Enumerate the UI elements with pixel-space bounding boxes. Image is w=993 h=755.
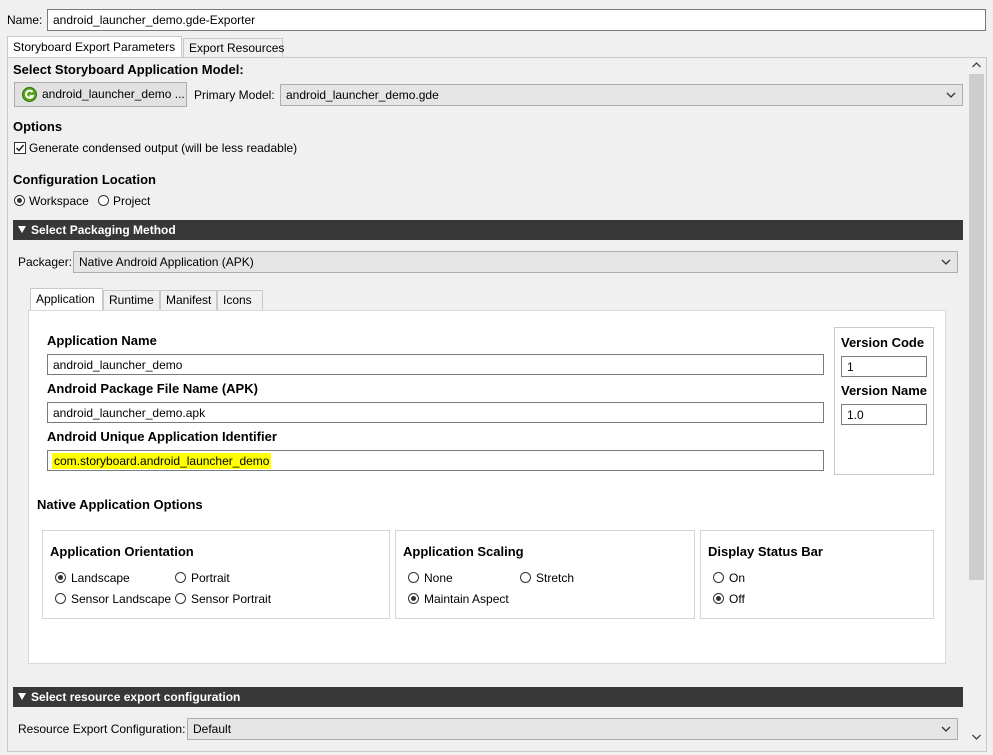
status-bar-heading: Display Status Bar bbox=[708, 544, 823, 559]
portrait-radio[interactable] bbox=[175, 572, 186, 583]
model-select-button[interactable]: android_launcher_demo ... bbox=[14, 82, 187, 107]
native-options-heading: Native Application Options bbox=[37, 497, 203, 512]
resource-export-combo[interactable]: Default bbox=[187, 718, 958, 740]
packager-combo[interactable]: Native Android Application (APK) bbox=[73, 251, 958, 273]
status-bar-off-label: Off bbox=[729, 592, 745, 606]
status-bar-off-radio[interactable] bbox=[713, 593, 724, 604]
scroll-up-arrow-icon[interactable] bbox=[972, 62, 981, 68]
project-radio[interactable] bbox=[98, 195, 109, 206]
landscape-label: Landscape bbox=[71, 571, 130, 585]
workspace-label: Workspace bbox=[29, 194, 89, 208]
condensed-output-label: Generate condensed output (will be less … bbox=[29, 141, 298, 155]
scaling-stretch-radio[interactable] bbox=[520, 572, 531, 583]
status-bar-on-label: On bbox=[729, 571, 746, 585]
options-heading: Options bbox=[13, 119, 63, 134]
primary-model-value: android_launcher_demo.gde bbox=[286, 88, 439, 102]
landscape-radio[interactable] bbox=[55, 572, 66, 583]
sensor-landscape-label: Sensor Landscape bbox=[71, 592, 172, 606]
scaling-none-radio[interactable] bbox=[408, 572, 419, 583]
chevron-down-icon bbox=[941, 726, 951, 732]
version-code-heading: Version Code bbox=[841, 335, 925, 350]
collapse-triangle-icon bbox=[18, 693, 26, 700]
select-model-heading: Select Storyboard Application Model: bbox=[13, 62, 244, 77]
portrait-label: Portrait bbox=[191, 571, 230, 585]
name-field[interactable]: android_launcher_demo.gde-Exporter bbox=[47, 9, 986, 31]
app-id-heading: Android Unique Application Identifier bbox=[47, 429, 277, 444]
resource-export-section-title: Select resource export configuration bbox=[31, 690, 241, 704]
chevron-down-icon bbox=[946, 92, 956, 98]
project-label: Project bbox=[113, 194, 151, 208]
tab-runtime[interactable]: Runtime bbox=[103, 290, 160, 310]
sensor-portrait-radio[interactable] bbox=[175, 593, 186, 604]
version-name-input[interactable]: 1.0 bbox=[841, 404, 927, 425]
app-name-input[interactable]: android_launcher_demo bbox=[47, 354, 824, 375]
inner-tab-bar: Application Runtime Manifest Icons bbox=[30, 288, 270, 312]
scaling-none-label: None bbox=[424, 571, 453, 585]
workspace-radio[interactable] bbox=[14, 195, 25, 206]
primary-model-combo[interactable]: android_launcher_demo.gde bbox=[280, 84, 963, 106]
vertical-scrollbar[interactable] bbox=[968, 58, 985, 746]
version-name-heading: Version Name bbox=[841, 383, 927, 398]
name-label: Name: bbox=[7, 13, 43, 27]
config-location-heading: Configuration Location bbox=[13, 172, 156, 187]
primary-model-label: Primary Model: bbox=[194, 88, 275, 102]
status-bar-on-radio[interactable] bbox=[713, 572, 724, 583]
scroll-down-arrow-icon[interactable] bbox=[972, 734, 981, 740]
resource-export-value: Default bbox=[193, 722, 232, 736]
sensor-landscape-radio[interactable] bbox=[55, 593, 66, 604]
scaling-stretch-label: Stretch bbox=[536, 571, 575, 585]
packager-label: Packager: bbox=[18, 255, 73, 269]
tab-icons[interactable]: Icons bbox=[217, 290, 263, 310]
chevron-down-icon bbox=[941, 259, 951, 265]
sensor-portrait-label: Sensor Portrait bbox=[191, 592, 272, 606]
tab-application[interactable]: Application bbox=[30, 288, 103, 310]
app-id-input[interactable]: com.storyboard.android_launcher_demo bbox=[47, 450, 824, 471]
apk-name-heading: Android Package File Name (APK) bbox=[47, 381, 258, 396]
scaling-heading: Application Scaling bbox=[403, 544, 524, 559]
version-code-input[interactable]: 1 bbox=[841, 356, 927, 377]
tab-export-resources[interactable]: Export Resources bbox=[183, 38, 284, 58]
packager-value: Native Android Application (APK) bbox=[79, 255, 254, 269]
resource-export-label: Resource Export Configuration: bbox=[18, 722, 186, 736]
tab-manifest[interactable]: Manifest bbox=[160, 290, 217, 310]
tab-storyboard-export-parameters[interactable]: Storyboard Export Parameters bbox=[7, 36, 182, 58]
packaging-section-header[interactable]: Select Packaging Method bbox=[13, 220, 963, 240]
app-name-heading: Application Name bbox=[47, 333, 157, 348]
gde-icon bbox=[22, 87, 37, 102]
checkmark-icon bbox=[15, 144, 25, 152]
collapse-triangle-icon bbox=[18, 226, 26, 233]
scaling-maintain-aspect-label: Maintain Aspect bbox=[424, 592, 509, 606]
resource-export-section-header[interactable]: Select resource export configuration bbox=[13, 687, 963, 707]
condensed-output-checkbox[interactable] bbox=[14, 142, 26, 154]
apk-name-input[interactable]: android_launcher_demo.apk bbox=[47, 402, 824, 423]
model-button-label: android_launcher_demo ... bbox=[42, 87, 185, 101]
packaging-section-title: Select Packaging Method bbox=[31, 223, 176, 237]
orientation-heading: Application Orientation bbox=[50, 544, 194, 559]
app-id-highlighted-text: com.storyboard.android_launcher_demo bbox=[52, 453, 272, 469]
scaling-maintain-aspect-radio[interactable] bbox=[408, 593, 419, 604]
scrollbar-thumb[interactable] bbox=[969, 74, 984, 580]
